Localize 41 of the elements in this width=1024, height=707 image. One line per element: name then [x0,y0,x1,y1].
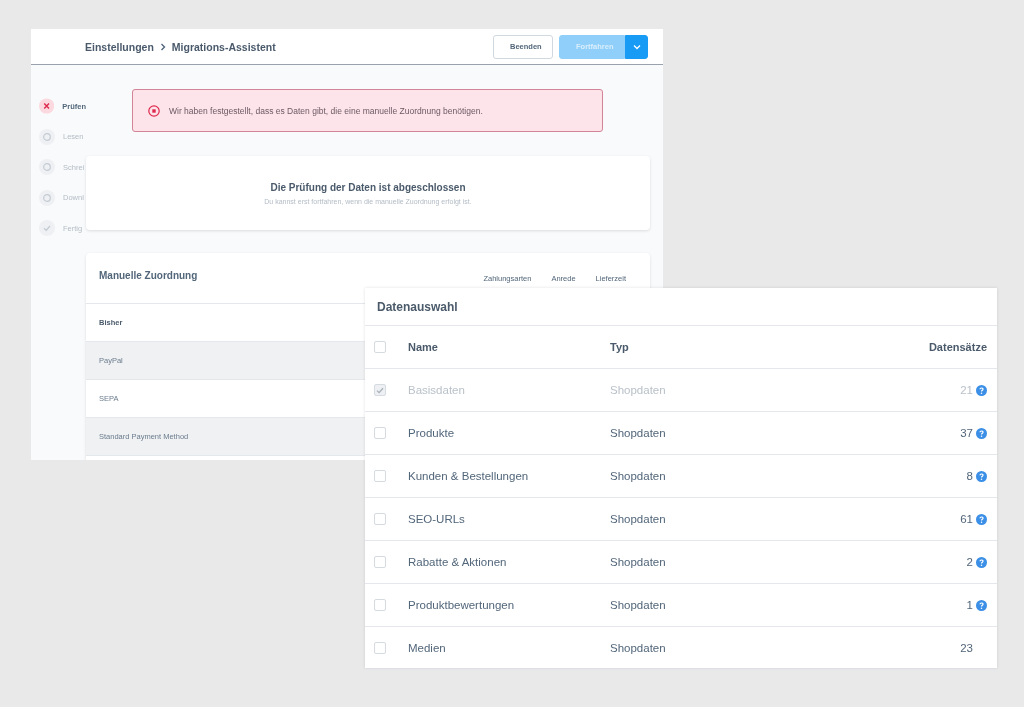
table-cell: 2 [966,556,973,568]
table-cell-text: SEO-URLs [408,513,466,525]
table-cell: 61 [960,513,973,525]
checkbox[interactable] [374,556,386,568]
table-cell: 1 [966,599,973,611]
checkbox[interactable] [374,470,386,482]
table-cell-text: Shopdaten [610,513,667,525]
table-cell-text: Kunden & Bestellungen [408,470,530,482]
table-cell-text: Produkte [408,427,456,439]
table-cell-text: Shopdaten [610,427,667,439]
checkbox[interactable] [374,642,386,654]
table-cell-text: Shopdaten [610,384,667,396]
checkbox[interactable] [374,341,386,353]
table-cell: 8 [966,470,973,482]
dropdown-button[interactable] [625,34,648,59]
panel-title: Datenauswahl [365,288,997,326]
table-cell: 21 [960,384,973,396]
column-header: Name [408,341,439,353]
chevron-icon [159,42,166,51]
table-cell: 37 [960,427,973,439]
breadcrumb-item[interactable]: Einstellungen [85,40,154,53]
column-header: Typ [610,341,630,353]
table-cell-text: Produktbewertungen [408,599,516,611]
table-cell-text: Medien [408,642,447,654]
breadcrumb-item: Migrations-Assistent [171,40,276,53]
checkbox[interactable] [374,427,386,439]
checkbox[interactable] [374,513,386,525]
card-title: Manuelle Zuordnung [99,270,198,281]
table-cell-text: Shopdaten [610,599,667,611]
table-cell-text: Shopdaten [610,556,667,568]
table-cell-text: Shopdaten [610,642,667,654]
card-title: Die Prüfung der Daten ist abgeschlossen [270,181,466,193]
table-cell-text: Shopdaten [610,470,667,482]
error-icon [148,104,160,117]
alert-message: Wir haben festgestellt, dass es Daten gibt, die eine manuelle Zuordnung benötigen. [169,105,483,116]
table-cell: 23 [960,642,973,654]
table-cell-text: Basisdaten [408,384,466,396]
table-cell-text: Rabatte & Aktionen [408,556,508,568]
column-header: Datensätze [928,341,987,353]
caret-icon [632,43,641,50]
checkbox[interactable] [374,599,386,611]
